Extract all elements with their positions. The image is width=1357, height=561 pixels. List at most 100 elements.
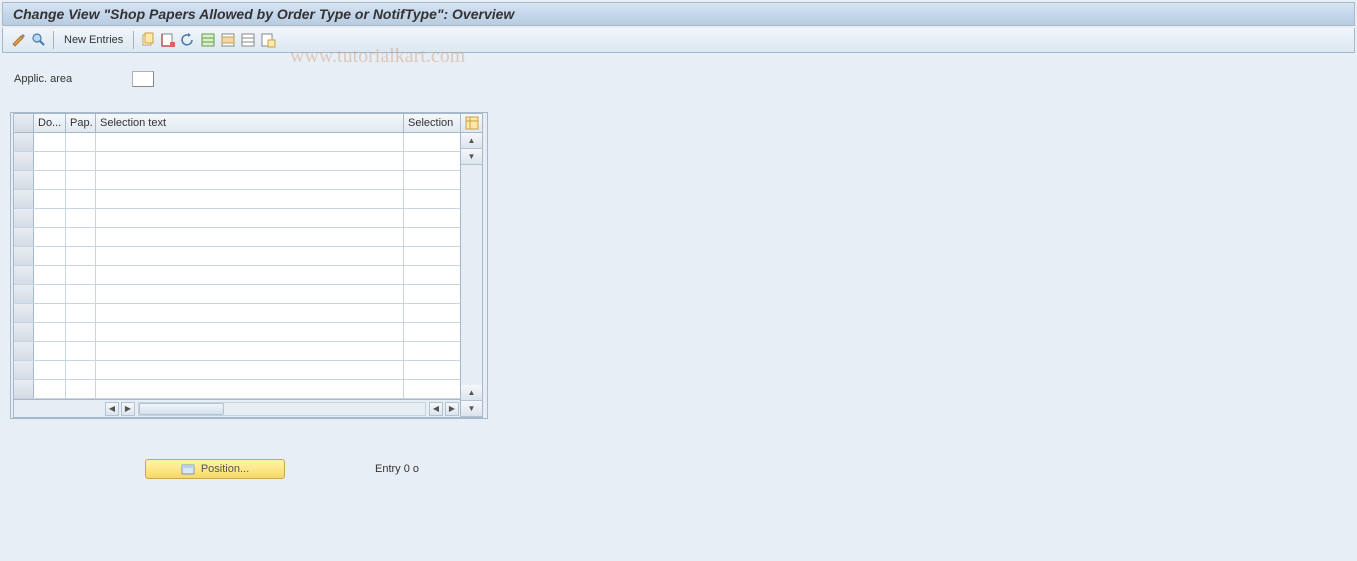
scroll-down-icon[interactable]: ▼ [461, 401, 482, 417]
cell-selection[interactable] [404, 323, 460, 341]
select-all-icon[interactable] [200, 32, 216, 48]
cell-pap[interactable] [66, 247, 96, 265]
cell-selection[interactable] [404, 266, 460, 284]
new-entries-button[interactable]: New Entries [60, 34, 127, 46]
table-settings-icon[interactable] [461, 114, 482, 133]
cell-do[interactable] [34, 266, 66, 284]
select-block-icon[interactable] [220, 32, 236, 48]
row-selector[interactable] [14, 228, 34, 246]
scroll-left-icon[interactable]: ◀ [105, 402, 119, 416]
cell-pap[interactable] [66, 228, 96, 246]
cell-pap[interactable] [66, 152, 96, 170]
row-select-header[interactable] [14, 114, 34, 132]
cell-selection[interactable] [404, 361, 460, 379]
row-selector[interactable] [14, 152, 34, 170]
scroll-right-step-icon[interactable]: ▶ [121, 402, 135, 416]
cell-pap[interactable] [66, 361, 96, 379]
cell-selection[interactable] [404, 380, 460, 398]
cell-do[interactable] [34, 247, 66, 265]
cell-pap[interactable] [66, 171, 96, 189]
cell-do[interactable] [34, 342, 66, 360]
applic-area-input[interactable] [132, 71, 154, 87]
cell-do[interactable] [34, 323, 66, 341]
cell-selection-text[interactable] [96, 152, 404, 170]
table-row [14, 266, 460, 285]
cell-selection-text[interactable] [96, 247, 404, 265]
copy-as-icon[interactable] [140, 32, 156, 48]
cell-pap[interactable] [66, 209, 96, 227]
col-header-pap[interactable]: Pap. [66, 114, 96, 132]
cell-do[interactable] [34, 171, 66, 189]
cell-pap[interactable] [66, 266, 96, 284]
cell-selection-text[interactable] [96, 209, 404, 227]
row-selector[interactable] [14, 133, 34, 151]
cell-selection-text[interactable] [96, 361, 404, 379]
row-selector[interactable] [14, 304, 34, 322]
cell-do[interactable] [34, 209, 66, 227]
cell-selection-text[interactable] [96, 171, 404, 189]
cell-pap[interactable] [66, 304, 96, 322]
scroll-page-down-icon[interactable]: ▲ [461, 385, 482, 401]
cell-do[interactable] [34, 152, 66, 170]
hscroll-track[interactable] [138, 402, 426, 416]
cell-pap[interactable] [66, 190, 96, 208]
scroll-left-step2-icon[interactable]: ◀ [429, 402, 443, 416]
vscroll-track[interactable] [461, 165, 482, 385]
row-selector[interactable] [14, 380, 34, 398]
scroll-right-icon[interactable]: ▶ [445, 402, 459, 416]
delete-icon[interactable] [160, 32, 176, 48]
cell-do[interactable] [34, 380, 66, 398]
cell-pap[interactable] [66, 342, 96, 360]
hscroll-thumb[interactable] [139, 403, 224, 415]
cell-selection[interactable] [404, 171, 460, 189]
cell-selection[interactable] [404, 342, 460, 360]
cell-do[interactable] [34, 190, 66, 208]
print-bc-set-icon[interactable] [260, 32, 276, 48]
cell-selection[interactable] [404, 209, 460, 227]
row-selector[interactable] [14, 266, 34, 284]
cell-selection[interactable] [404, 190, 460, 208]
cell-pap[interactable] [66, 380, 96, 398]
cell-pap[interactable] [66, 285, 96, 303]
scroll-page-up-icon[interactable]: ▼ [461, 149, 482, 165]
cell-selection[interactable] [404, 152, 460, 170]
row-selector[interactable] [14, 285, 34, 303]
cell-selection-text[interactable] [96, 266, 404, 284]
cell-do[interactable] [34, 304, 66, 322]
col-header-do[interactable]: Do... [34, 114, 66, 132]
toggle-display-change-icon[interactable] [11, 32, 27, 48]
position-button[interactable]: Position... [145, 459, 285, 479]
cell-do[interactable] [34, 133, 66, 151]
cell-selection-text[interactable] [96, 342, 404, 360]
cell-do[interactable] [34, 228, 66, 246]
cell-selection[interactable] [404, 228, 460, 246]
cell-selection-text[interactable] [96, 133, 404, 151]
cell-selection[interactable] [404, 133, 460, 151]
row-selector[interactable] [14, 171, 34, 189]
row-selector[interactable] [14, 342, 34, 360]
cell-selection-text[interactable] [96, 323, 404, 341]
cell-selection-text[interactable] [96, 190, 404, 208]
cell-selection-text[interactable] [96, 380, 404, 398]
row-selector[interactable] [14, 209, 34, 227]
cell-do[interactable] [34, 285, 66, 303]
row-selector[interactable] [14, 323, 34, 341]
cell-selection[interactable] [404, 304, 460, 322]
col-header-selection-text[interactable]: Selection text [96, 114, 404, 132]
find-icon[interactable] [31, 32, 47, 48]
row-selector[interactable] [14, 190, 34, 208]
cell-selection-text[interactable] [96, 304, 404, 322]
cell-selection[interactable] [404, 247, 460, 265]
row-selector[interactable] [14, 361, 34, 379]
undo-change-icon[interactable] [180, 32, 196, 48]
cell-selection-text[interactable] [96, 228, 404, 246]
row-selector[interactable] [14, 247, 34, 265]
cell-selection[interactable] [404, 285, 460, 303]
deselect-all-icon[interactable] [240, 32, 256, 48]
cell-pap[interactable] [66, 133, 96, 151]
cell-selection-text[interactable] [96, 285, 404, 303]
scroll-up-icon[interactable]: ▲ [461, 133, 482, 149]
cell-do[interactable] [34, 361, 66, 379]
col-header-selection[interactable]: Selection [404, 114, 460, 132]
cell-pap[interactable] [66, 323, 96, 341]
